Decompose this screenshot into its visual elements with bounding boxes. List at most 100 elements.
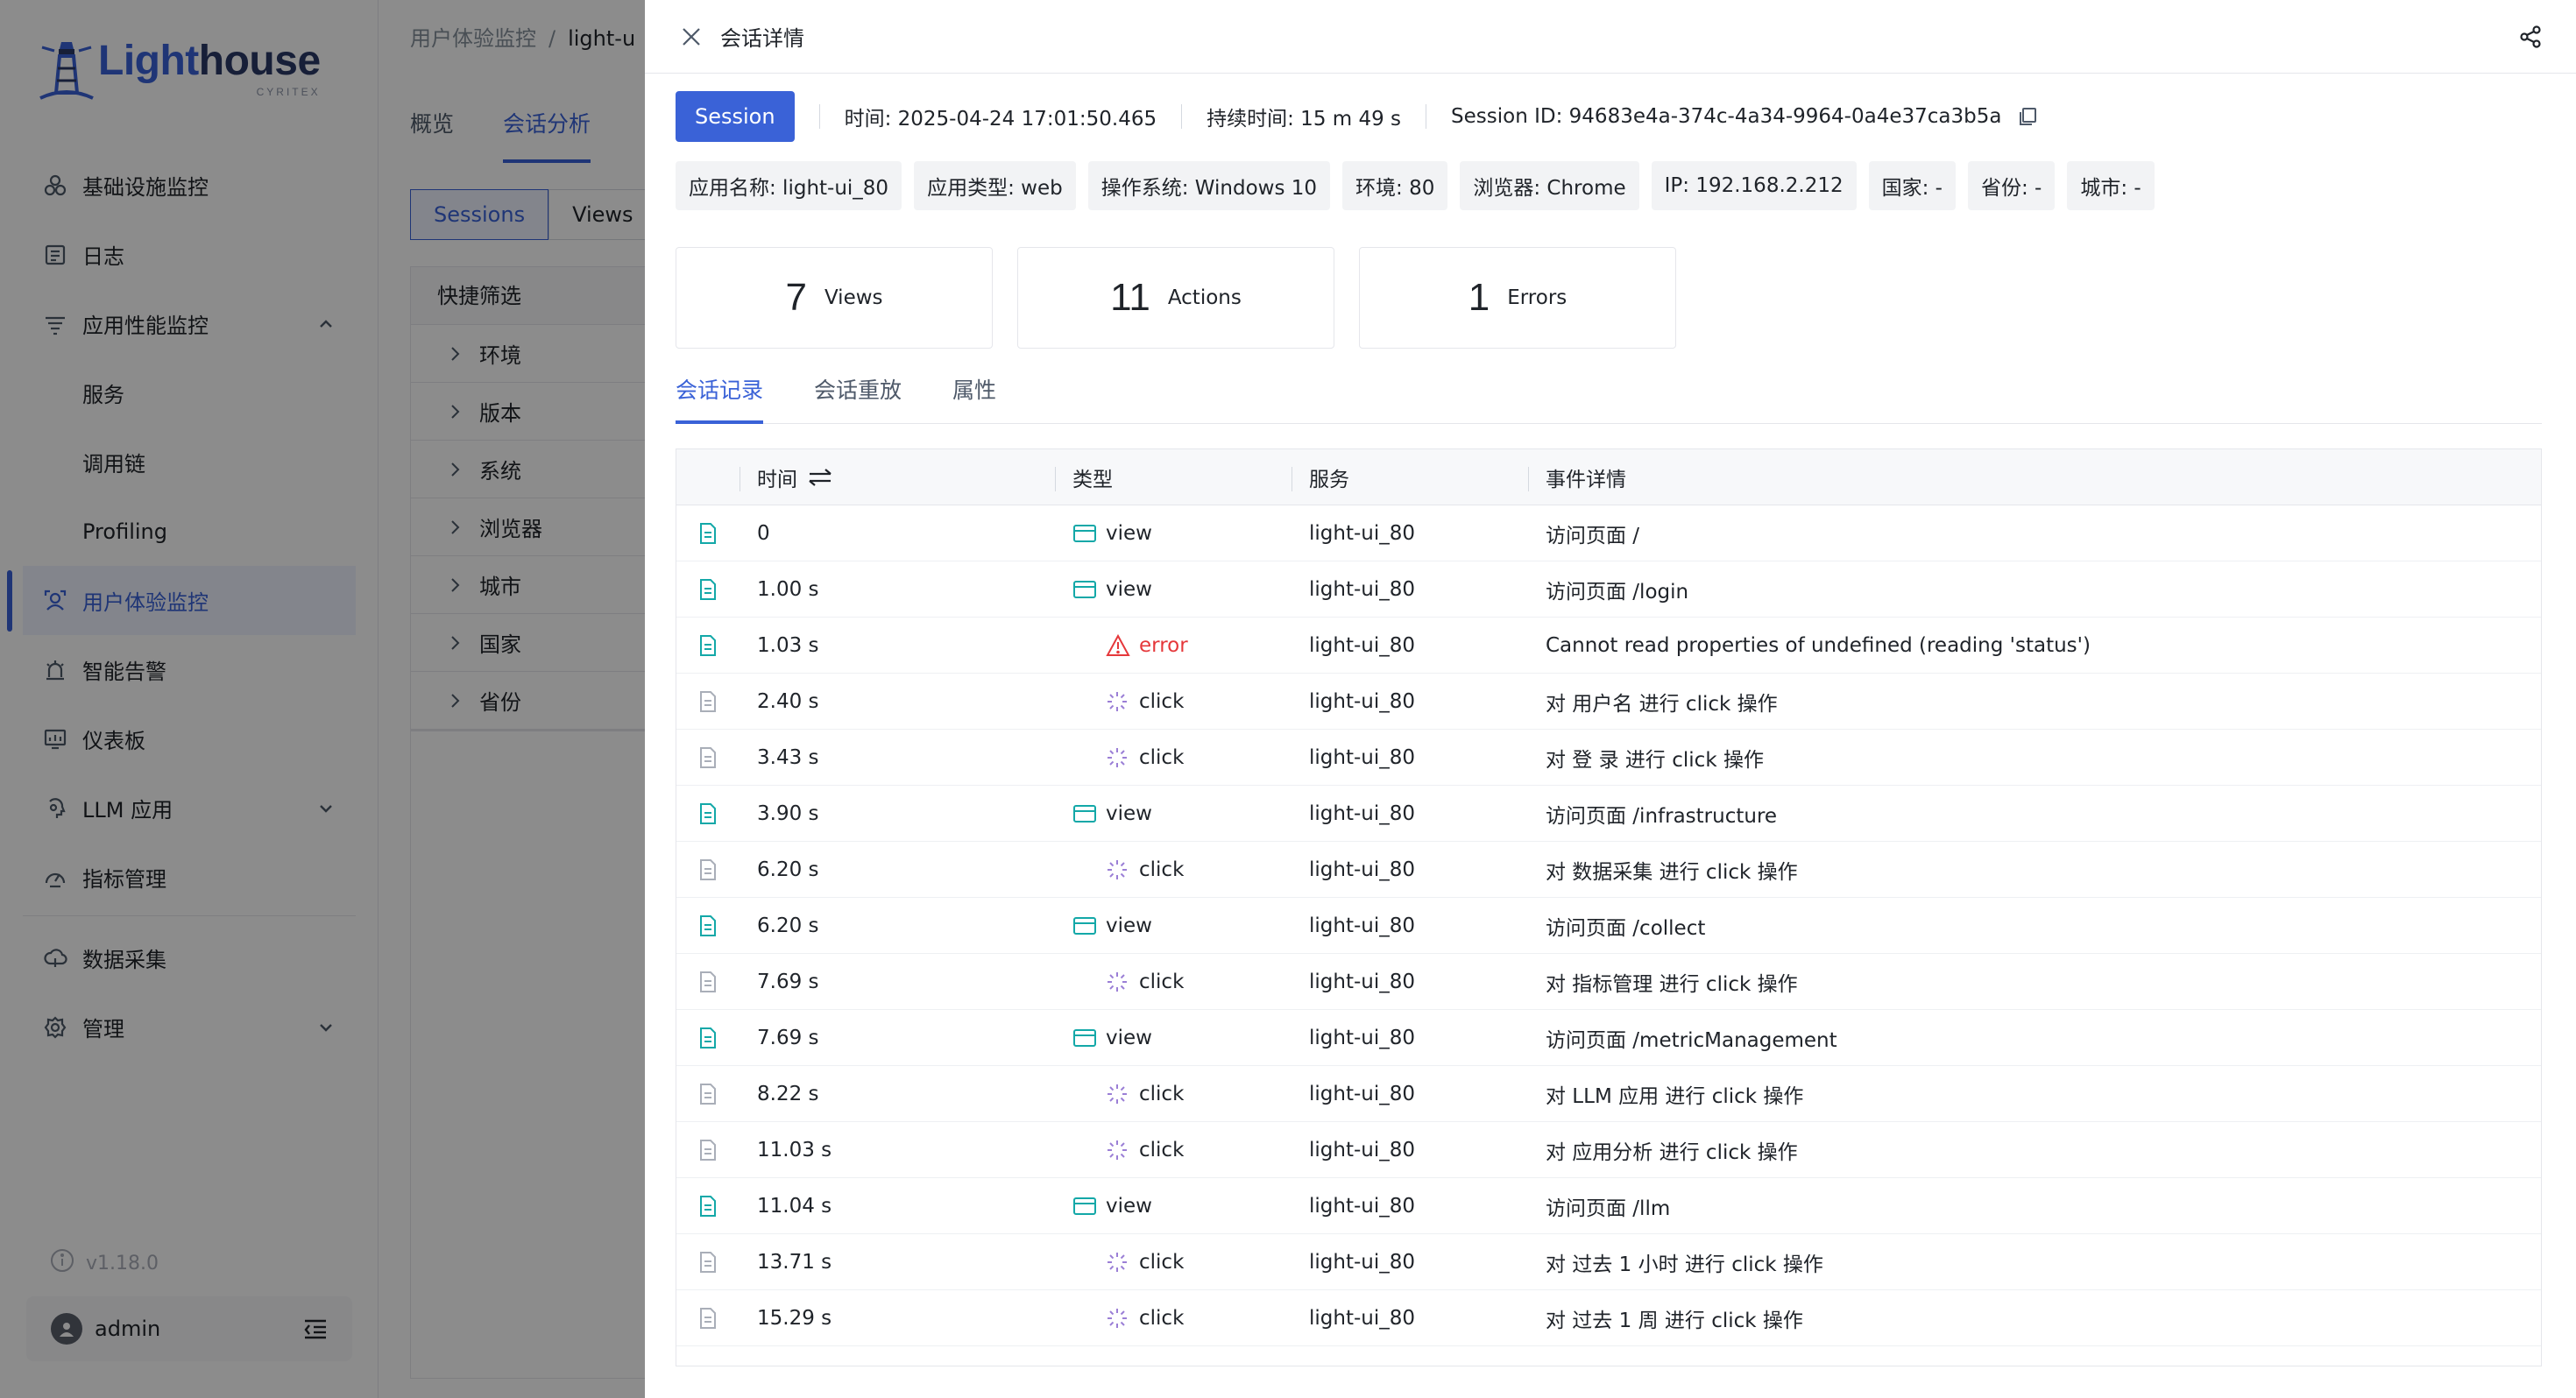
table-row[interactable]: 13.71 s click light-ui_80 对 过去 1 小时 进行 clic… [676,1234,2541,1290]
tag-app-name: 应用名称: light-ui_80 [676,161,902,210]
tag-env: 环境: 80 [1342,161,1448,210]
type-label: click [1139,1082,1185,1105]
session-button[interactable]: Session [676,91,795,142]
document-icon[interactable] [676,971,740,993]
cell-detail: 访问页面 /infrastructure [1546,804,1778,828]
cell-detail: 对 数据采集 进行 click 操作 [1546,860,1798,884]
cell-type: click [1055,746,1292,769]
cell-time: 1.00 s [757,577,819,601]
warning-icon [1106,633,1130,656]
cell-time: 0 [757,521,770,545]
table-row[interactable]: 6.20 s view light-ui_80 访问页面 /collect [676,898,2541,954]
view-icon [1072,915,1097,936]
table-row[interactable]: 11.04 s view light-ui_80 访问页面 /llm [676,1178,2541,1234]
table-row[interactable]: 1.00 s view light-ui_80 访问页面 /login [676,561,2541,618]
share-icon[interactable] [2518,25,2543,49]
cell-type: click [1055,1307,1292,1330]
document-icon[interactable] [676,802,740,825]
document-icon[interactable] [676,634,740,657]
cell-time: 2.40 s [757,689,819,713]
click-icon [1106,971,1130,992]
session-detail-drawer: 会话详情 Session 时间: 2025-04-24 17:01:50.465… [645,0,2576,1398]
table-row[interactable]: 3.43 s click light-ui_80 对 登 录 进行 click 操作 [676,730,2541,786]
tag-ip: IP: 192.168.2.212 [1651,161,1857,210]
cell-time: 6.20 s [757,914,819,937]
header-service: 服务 [1309,468,1349,491]
view-icon [1072,579,1097,600]
table-row[interactable]: 7.69 s view light-ui_80 访问页面 /metricManagem… [676,1010,2541,1066]
click-icon [1106,859,1130,880]
tab-session-replay[interactable]: 会话重放 [814,361,902,423]
type-label: click [1139,1250,1185,1274]
document-icon[interactable] [676,746,740,769]
table-row[interactable]: 7.69 s click light-ui_80 对 指标管理 进行 click 操作 [676,954,2541,1010]
cell-detail: 访问页面 /collect [1546,916,1706,940]
table-row[interactable]: 0 view light-ui_80 访问页面 / [676,505,2541,561]
tag-browser: 浏览器: Chrome [1460,161,1639,210]
event-table: 时间 类型 服务 事件详情 0 view light-ui_80 访问页面 / 1.00… [676,448,2542,1366]
cell-type: click [1055,971,1292,993]
table-row[interactable]: 15.29 s click light-ui_80 对 过去 1 周 进行 click… [676,1290,2541,1346]
table-row[interactable]: 1.03 s error light-ui_80 Cannot read proper… [676,618,2541,674]
document-icon[interactable] [676,1139,740,1161]
header-time[interactable]: 时间 [740,462,1055,492]
type-label: view [1106,577,1152,601]
cell-service: light-ui_80 [1309,1138,1416,1161]
session-time: 时间: 2025-04-24 17:01:50.465 [844,108,1157,131]
cell-service: light-ui_80 [1309,1026,1416,1049]
stat-label: Actions [1167,286,1242,309]
cell-detail: 对 过去 1 周 进行 click 操作 [1546,1309,1803,1332]
document-icon[interactable] [676,522,740,545]
type-label: click [1139,858,1185,881]
document-icon[interactable] [676,1027,740,1049]
cell-service: light-ui_80 [1309,970,1416,993]
document-icon[interactable] [676,914,740,937]
drawer-header: 会话详情 [645,0,2576,74]
type-label: click [1139,745,1185,769]
type-label: click [1139,970,1185,993]
divider [1181,104,1183,129]
type-label: click [1139,1306,1185,1330]
click-icon [1106,1084,1130,1105]
cell-time: 3.43 s [757,745,819,769]
stat-actions: 11 Actions [1017,247,1334,349]
type-label: click [1139,1138,1185,1161]
table-row[interactable]: 6.20 s click light-ui_80 对 数据采集 进行 click 操作 [676,842,2541,898]
cell-service: light-ui_80 [1309,1250,1416,1274]
close-icon[interactable] [680,25,703,48]
document-icon[interactable] [676,1195,740,1218]
cell-time: 11.03 s [757,1138,832,1161]
cell-service: light-ui_80 [1309,1194,1416,1218]
document-icon[interactable] [676,1083,740,1105]
table-row[interactable]: 3.90 s view light-ui_80 访问页面 /infrastructur… [676,786,2541,842]
cell-service: light-ui_80 [1309,801,1416,825]
cell-detail: 对 LLM 应用 进行 click 操作 [1546,1084,1804,1108]
cell-service: light-ui_80 [1309,633,1416,657]
tab-session-records[interactable]: 会话记录 [676,361,764,424]
session-duration: 持续时间: 15 m 49 s [1207,108,1402,131]
session-meta: Session 时间: 2025-04-24 17:01:50.465 持续时间… [676,91,2038,142]
cell-type: view [1055,802,1292,825]
document-icon[interactable] [676,858,740,881]
cell-detail: 对 用户名 进行 click 操作 [1546,692,1778,716]
document-icon[interactable] [676,1307,740,1330]
document-icon[interactable] [676,690,740,713]
tag-os: 操作系统: Windows 10 [1087,161,1331,210]
cell-time: 3.90 s [757,801,819,825]
click-icon [1106,691,1130,712]
cell-time: 15.29 s [757,1306,832,1330]
drawer-title: 会话详情 [720,26,804,51]
table-row[interactable]: 8.22 s click light-ui_80 对 LLM 应用 进行 click … [676,1066,2541,1122]
cell-type: view [1055,1195,1292,1218]
tab-attributes[interactable]: 属性 [952,361,996,423]
copy-icon[interactable] [2017,106,2038,127]
type-label: click [1139,689,1185,713]
sort-swap-icon[interactable] [808,467,832,488]
document-icon[interactable] [676,1251,740,1274]
stat-value: 11 [1110,276,1150,319]
document-icon[interactable] [676,578,740,601]
table-row[interactable]: 2.40 s click light-ui_80 对 用户名 进行 click 操作 [676,674,2541,730]
table-row[interactable]: 11.03 s click light-ui_80 对 应用分析 进行 click 操… [676,1122,2541,1178]
tag-province: 省份: - [1967,161,2056,210]
cell-type: view [1055,914,1292,937]
